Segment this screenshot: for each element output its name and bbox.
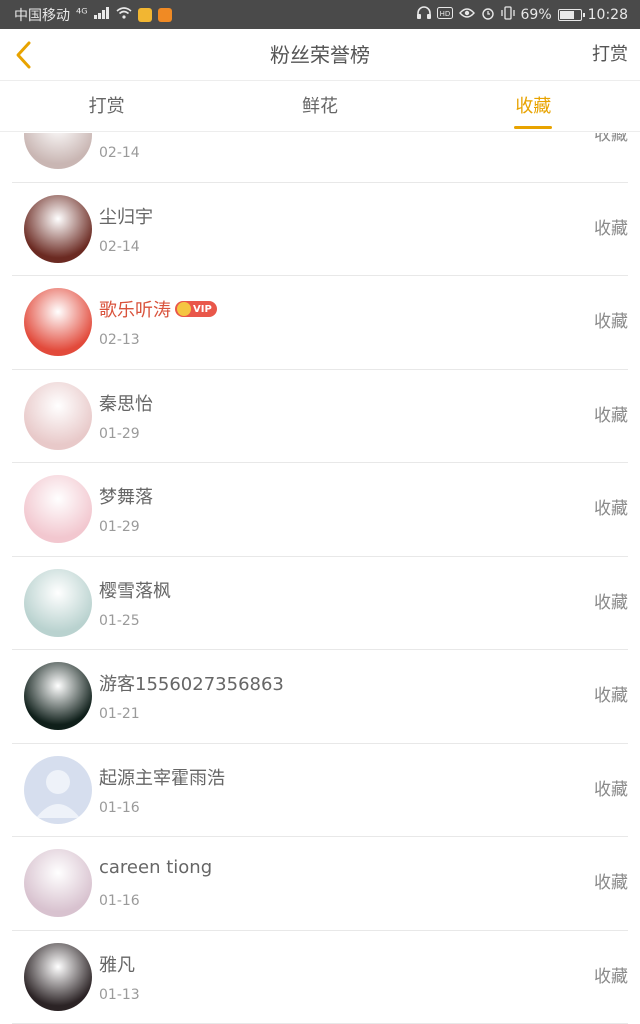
fan-name-text: 秦思怡 — [99, 393, 153, 415]
vip-badge: VIP — [175, 301, 217, 317]
avatar[interactable] — [24, 849, 92, 917]
fan-name-text: 起源主宰霍雨浩 — [99, 767, 225, 789]
reward-button[interactable]: 打赏 — [592, 29, 628, 81]
eye-icon — [458, 7, 475, 23]
fan-name: 游客1556027356863 — [99, 670, 284, 696]
vip-label: VIP — [193, 303, 212, 315]
fan-list-content: 02-14 收藏 尘归宇 02-14 收藏 歌乐听涛 VIP 02-13 收藏 秦思怡 01-29 收… — [0, 133, 640, 1024]
avatar[interactable] — [24, 288, 92, 356]
status-bar-right: HD 69% 10:28 — [416, 5, 628, 24]
headphones-icon — [416, 6, 431, 23]
fan-list-item[interactable]: 尘归宇 02-14 收藏 — [12, 183, 628, 276]
avatar[interactable] — [24, 568, 92, 637]
alarm-icon — [481, 6, 495, 24]
tab-reward[interactable]: 打赏 — [0, 82, 213, 131]
fan-name: 秦思怡 — [99, 390, 153, 416]
fan-date: 02-13 — [99, 332, 140, 348]
fan-name-text: 尘归宇 — [99, 206, 153, 228]
fan-name: 樱雪落枫 — [99, 577, 171, 603]
vibrate-icon — [500, 5, 515, 24]
fan-action-label: 收藏 — [594, 966, 628, 987]
clock: 10:28 — [587, 6, 628, 23]
fan-name-text: 歌乐听涛 — [99, 300, 171, 321]
tab-bar: 打赏 鲜花 收藏 — [0, 82, 640, 132]
crown-icon — [177, 302, 191, 316]
fan-list-item[interactable]: 雅凡 01-13 收藏 — [12, 931, 628, 1024]
fan-action-label: 收藏 — [594, 312, 628, 332]
avatar[interactable] — [24, 381, 92, 450]
fan-list-item[interactable]: careen tiong 01-16 收藏 — [12, 837, 628, 931]
fan-date: 02-14 — [99, 238, 140, 255]
fan-name: 雅凡 — [99, 951, 135, 977]
fan-name-text: 樱雪落枫 — [99, 580, 171, 602]
fan-name-text: 雅凡 — [99, 954, 135, 976]
tab-flowers[interactable]: 鲜花 — [213, 82, 426, 131]
battery-icon — [557, 8, 585, 21]
fan-date: 02-14 — [99, 145, 140, 161]
default-avatar-icon — [36, 769, 80, 818]
fan-name: 歌乐听涛 VIP — [99, 296, 217, 322]
wifi-icon — [116, 6, 132, 23]
fan-date: 01-16 — [99, 799, 140, 816]
fan-date: 01-16 — [99, 893, 140, 909]
fan-action-label: 收藏 — [594, 133, 628, 145]
network-type: ⁴ᴳ — [76, 7, 88, 22]
fan-date: 01-21 — [99, 706, 140, 722]
fan-action-label: 收藏 — [594, 686, 628, 706]
fan-date: 01-29 — [99, 425, 140, 442]
app-notification-icon — [137, 7, 152, 22]
fan-name: 起源主宰霍雨浩 — [99, 764, 225, 790]
carrier-label: 中国移动 — [14, 7, 70, 24]
tab-favorites[interactable]: 收藏 — [427, 82, 640, 131]
fan-name-text: careen tiong — [99, 857, 213, 878]
battery-percent: 69% — [520, 6, 552, 23]
fan-action-label: 收藏 — [594, 499, 628, 519]
fan-action-label: 收藏 — [594, 218, 628, 239]
fan-date: 01-25 — [99, 612, 140, 629]
avatar[interactable] — [24, 942, 92, 1011]
fan-name: 梦舞落 — [99, 483, 153, 509]
fan-list-item[interactable]: 歌乐听涛 VIP 02-13 收藏 — [12, 276, 628, 370]
page-title: 粉丝荣誉榜 — [270, 43, 370, 67]
signal-icon — [93, 6, 110, 23]
fan-date: 01-13 — [99, 986, 140, 1003]
avatar[interactable] — [24, 133, 92, 169]
fan-list-item[interactable]: 02-14 收藏 — [12, 133, 628, 183]
battery-level-fill — [559, 10, 574, 19]
app-header: 粉丝荣誉榜 打赏 — [0, 29, 640, 81]
fan-list-item[interactable]: 起源主宰霍雨浩 01-16 收藏 — [12, 744, 628, 837]
avatar[interactable] — [24, 755, 92, 824]
fan-action-label: 收藏 — [594, 873, 628, 893]
fan-action-label: 收藏 — [594, 592, 628, 613]
avatar[interactable] — [24, 662, 92, 730]
status-bar-left: 中国移动 ⁴ᴳ — [14, 5, 172, 25]
fan-name-text: 梦舞落 — [99, 487, 153, 508]
fan-date: 01-29 — [99, 519, 140, 535]
fan-list-item[interactable]: 梦舞落 01-29 收藏 — [12, 463, 628, 557]
svg-text:HD: HD — [439, 10, 450, 18]
fan-name-text: 游客1556027356863 — [99, 674, 284, 695]
fan-name: 尘归宇 — [99, 203, 153, 229]
fan-list-item[interactable]: 樱雪落枫 01-25 收藏 — [12, 557, 628, 650]
avatar[interactable] — [24, 194, 92, 263]
status-bar: 中国移动 ⁴ᴳ HD 69% 10:28 — [0, 0, 640, 29]
app-notification-icon — [157, 7, 172, 22]
hd-icon: HD — [436, 6, 453, 23]
fan-list[interactable]: 02-14 收藏 尘归宇 02-14 收藏 歌乐听涛 VIP 02-13 收藏 秦思怡 01-29 收… — [0, 133, 640, 1024]
fan-action-label: 收藏 — [594, 779, 628, 800]
fan-action-label: 收藏 — [594, 405, 628, 426]
fan-name: careen tiong — [99, 857, 212, 878]
fan-list-item[interactable]: 游客1556027356863 01-21 收藏 — [12, 650, 628, 744]
fan-list-item[interactable]: 秦思怡 01-29 收藏 — [12, 370, 628, 463]
avatar[interactable] — [24, 475, 92, 543]
